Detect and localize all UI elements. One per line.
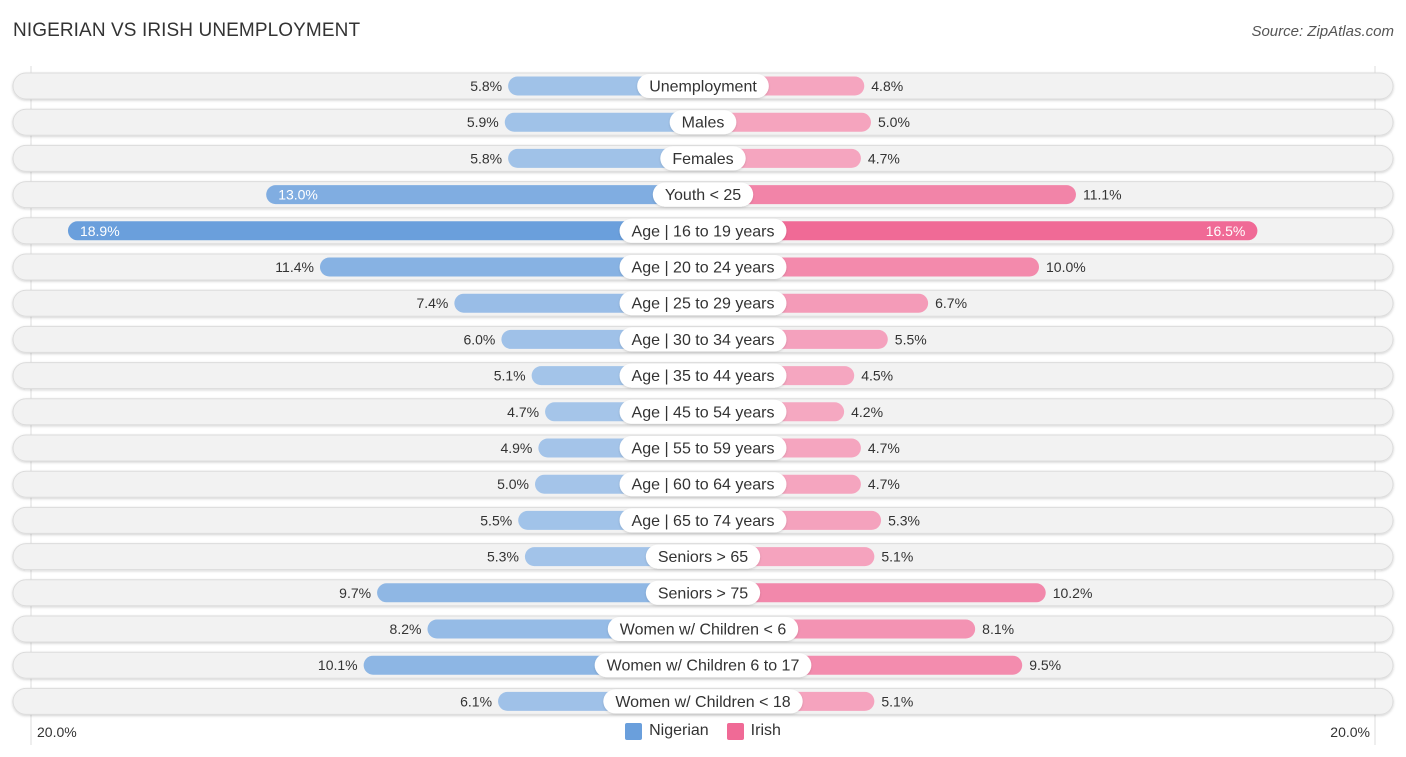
- value-label-irish: 9.5%: [1029, 657, 1061, 673]
- chart-row: 6.1% 5.1% Women w/ Children < 18: [12, 687, 1394, 715]
- chart-row: 5.1% 4.5% Age | 35 to 44 years: [12, 362, 1394, 390]
- value-label-nigerian: 4.7%: [507, 404, 539, 420]
- category-label: Youth < 25: [652, 182, 754, 207]
- category-label: Age | 30 to 34 years: [619, 327, 787, 352]
- chart-row: 5.9% 5.0% Males: [12, 108, 1394, 136]
- category-label: Women w/ Children 6 to 17: [594, 653, 812, 678]
- value-label-irish: 10.0%: [1046, 259, 1086, 275]
- value-label-nigerian: 7.4%: [416, 295, 448, 311]
- value-label-irish: 11.1%: [1083, 187, 1122, 203]
- category-label-text: Seniors > 65: [658, 549, 748, 566]
- category-label-text: Women w/ Children < 18: [615, 694, 790, 711]
- value-label-nigerian: 8.2%: [390, 621, 422, 637]
- value-label-nigerian: 6.1%: [460, 693, 492, 709]
- value-label-irish: 4.8%: [871, 78, 903, 94]
- chart-row: 5.8% 4.7% Females: [12, 144, 1394, 172]
- legend-label-irish: Irish: [750, 722, 781, 739]
- category-label-text: Age | 60 to 64 years: [632, 477, 775, 494]
- category-label-text: Age | 20 to 24 years: [632, 260, 775, 277]
- category-label-text: Age | 16 to 19 years: [632, 223, 775, 240]
- chart-row: 13.0% 11.1% Youth < 25: [12, 181, 1394, 209]
- category-label: Females: [660, 146, 746, 171]
- chart-row: 7.4% 6.7% Age | 25 to 29 years: [12, 289, 1394, 317]
- category-label-text: Age | 55 to 59 years: [632, 441, 775, 458]
- value-label-irish: 5.5%: [895, 331, 927, 347]
- legend-item-nigerian[interactable]: Nigerian: [625, 722, 709, 740]
- category-label: Age | 20 to 24 years: [619, 255, 787, 279]
- value-label-nigerian: 5.8%: [470, 150, 502, 166]
- category-label: Women w/ Children < 6: [607, 617, 799, 641]
- category-label: Women w/ Children < 18: [603, 689, 803, 714]
- category-label: Age | 45 to 54 years: [619, 399, 787, 424]
- category-label: Age | 35 to 44 years: [619, 363, 787, 388]
- category-label-text: Age | 35 to 44 years: [632, 368, 775, 385]
- value-label-irish: 5.1%: [881, 549, 913, 565]
- value-label-nigerian: 10.1%: [318, 657, 358, 673]
- chart-row: 5.5% 5.3% Age | 65 to 74 years: [12, 506, 1394, 534]
- chart-row: 9.7% 10.2% Seniors > 75: [12, 579, 1394, 607]
- category-label-text: Youth < 25: [665, 187, 741, 204]
- legend-swatch-nigerian: [625, 722, 643, 740]
- value-label-nigerian: 18.9%: [80, 223, 120, 239]
- category-label-text: Females: [672, 151, 733, 168]
- category-label: Age | 65 to 74 years: [619, 508, 787, 533]
- value-label-irish: 8.1%: [982, 621, 1014, 637]
- category-label: Age | 60 to 64 years: [619, 472, 787, 497]
- chart-row: 10.1% 9.5% Women w/ Children 6 to 17: [12, 651, 1394, 679]
- category-label-text: Age | 45 to 54 years: [632, 404, 775, 421]
- value-label-nigerian: 5.0%: [497, 476, 529, 492]
- value-label-irish: 4.7%: [868, 440, 900, 456]
- value-label-irish: 4.7%: [868, 476, 900, 492]
- legend: Nigerian Irish: [0, 722, 1406, 740]
- value-label-nigerian: 5.3%: [487, 549, 519, 565]
- value-label-nigerian: 5.8%: [470, 78, 502, 94]
- category-label-text: Seniors > 75: [658, 585, 748, 602]
- chart-row: 5.8% 4.8% Unemployment: [12, 72, 1394, 100]
- diverging-bar-chart: 5.8% 4.8% Unemployment 5.9% 5.0% Males 5.8% 4.7…: [12, 66, 1394, 745]
- chart-row: 8.2% 8.1% Women w/ Children < 6: [12, 615, 1394, 643]
- value-label-nigerian: 11.4%: [275, 259, 314, 275]
- legend-item-irish[interactable]: Irish: [726, 722, 781, 740]
- category-label-text: Women w/ Children < 6: [620, 622, 787, 639]
- chart-row: 5.0% 4.7% Age | 60 to 64 years: [12, 470, 1394, 498]
- category-label: Unemployment: [637, 74, 769, 98]
- value-label-irish: 5.0%: [878, 114, 910, 130]
- value-label-irish: 6.7%: [935, 295, 967, 311]
- value-label-irish: 10.2%: [1053, 585, 1093, 601]
- category-label: Seniors > 65: [645, 544, 761, 569]
- category-label: Seniors > 75: [645, 580, 761, 605]
- value-label-nigerian: 5.1%: [494, 368, 526, 384]
- value-label-irish: 16.5%: [1206, 223, 1246, 239]
- category-label-text: Males: [682, 115, 725, 132]
- value-label-nigerian: 6.0%: [463, 331, 495, 347]
- value-label-nigerian: 5.5%: [480, 512, 512, 528]
- value-label-irish: 5.3%: [888, 512, 920, 528]
- value-label-nigerian: 4.9%: [500, 440, 532, 456]
- chart-row: 5.3% 5.1% Seniors > 65: [12, 543, 1394, 571]
- value-label-nigerian: 13.0%: [278, 187, 318, 203]
- value-label-nigerian: 5.9%: [467, 114, 499, 130]
- value-label-irish: 5.1%: [881, 693, 913, 709]
- legend-label-nigerian: Nigerian: [649, 722, 709, 739]
- value-label-irish: 4.5%: [861, 368, 893, 384]
- chart-row: 18.9% 16.5% Age | 16 to 19 years: [12, 217, 1394, 245]
- category-label-text: Age | 30 to 34 years: [632, 332, 775, 349]
- value-label-irish: 4.7%: [868, 150, 900, 166]
- category-label-text: Unemployment: [649, 79, 757, 96]
- category-label-text: Women w/ Children 6 to 17: [607, 658, 800, 675]
- chart-row: 11.4% 10.0% Age | 20 to 24 years: [12, 253, 1394, 281]
- chart-row: 4.9% 4.7% Age | 55 to 59 years: [12, 434, 1394, 462]
- value-label-irish: 4.2%: [851, 404, 883, 420]
- category-label: Age | 16 to 19 years: [619, 218, 787, 243]
- chart-row: 6.0% 5.5% Age | 30 to 34 years: [12, 325, 1394, 353]
- category-label: Males: [669, 110, 737, 135]
- legend-swatch-irish: [726, 722, 744, 740]
- value-label-nigerian: 9.7%: [339, 585, 371, 601]
- category-label-text: Age | 25 to 29 years: [632, 296, 775, 313]
- category-label: Age | 55 to 59 years: [619, 436, 787, 460]
- category-label: Age | 25 to 29 years: [619, 291, 787, 316]
- chart-row: 4.7% 4.2% Age | 45 to 54 years: [12, 398, 1394, 426]
- category-label-text: Age | 65 to 74 years: [632, 513, 775, 530]
